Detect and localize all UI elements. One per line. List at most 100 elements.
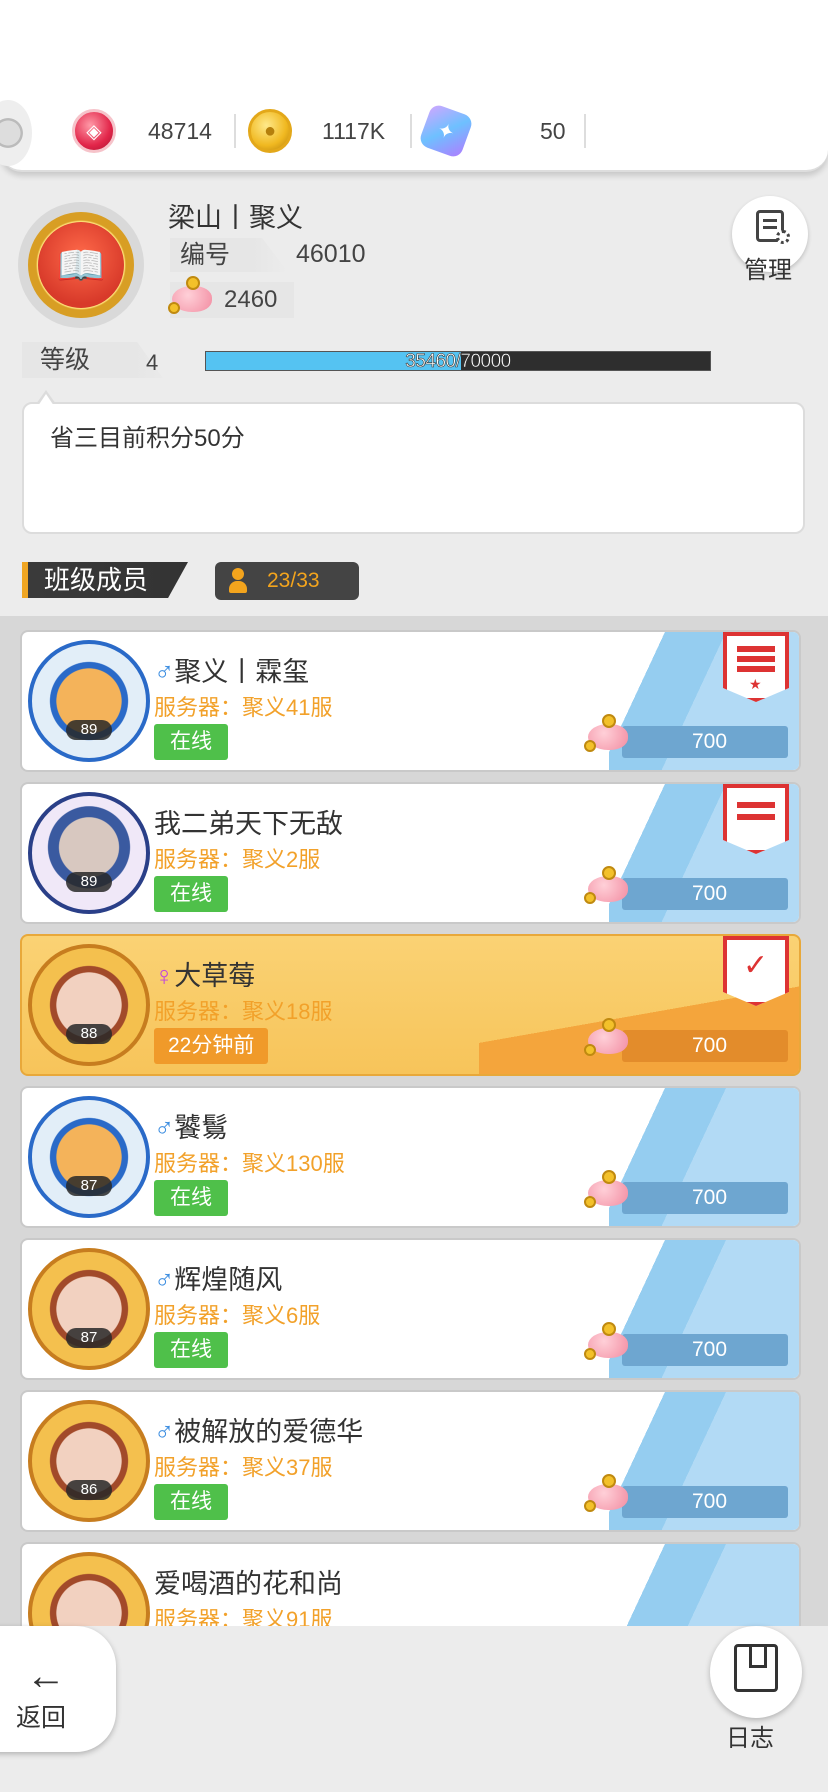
ruby-icon: ◈: [72, 109, 116, 153]
member-name: ♂被解放的爱德华: [154, 1417, 364, 1447]
emblem-icon: [0, 100, 32, 166]
gold-currency[interactable]: ● 1117K: [248, 108, 412, 154]
member-card[interactable]: 87 ♂辉煌随风 服务器：聚义6服 在线 700: [20, 1238, 801, 1380]
member-server: 服务器：聚义41服: [154, 695, 333, 720]
member-card[interactable]: 87 ♂饕鬄 服务器：聚义130服 在线 700: [20, 1086, 801, 1228]
status-badge: 在线: [154, 1484, 228, 1520]
member-server: 服务器：聚义37服: [154, 1455, 333, 1480]
back-label: 返回: [16, 1704, 67, 1732]
contribution: 700: [584, 1474, 788, 1518]
contribution-value: 700: [692, 1490, 728, 1513]
back-button[interactable]: ← 返回: [0, 1626, 116, 1752]
contribution-value: 700: [692, 1338, 728, 1361]
avatar[interactable]: [28, 944, 150, 1066]
id-label: 编号: [170, 238, 288, 272]
male-icon: ♂: [154, 1417, 175, 1447]
female-icon: ♀: [154, 961, 175, 991]
member-name: 我二弟天下无敌: [154, 809, 343, 839]
log-button[interactable]: [710, 1626, 802, 1718]
book-icon: 📖: [38, 222, 124, 308]
gear-icon: [776, 230, 790, 244]
piggy-bank-icon: [584, 1474, 632, 1512]
rank-flag-elite-icon: ✓: [723, 936, 789, 1006]
avatar[interactable]: [28, 1096, 150, 1218]
piggy-bank-icon: [584, 866, 632, 904]
piggy-bank-icon: [584, 1322, 632, 1360]
status-badge: 22分钟前: [154, 1028, 269, 1064]
contribution-value: 700: [692, 1186, 728, 1209]
bottom-bar: ← 返回 日志: [0, 1626, 828, 1792]
contribution: 700: [584, 1018, 788, 1062]
book-icon: [734, 1644, 778, 1692]
male-icon: ♂: [154, 1265, 175, 1295]
contribution-value: 700: [692, 882, 728, 905]
avatar[interactable]: [28, 640, 150, 762]
avatar[interactable]: [28, 1248, 150, 1370]
ruby-value: 48714: [148, 118, 212, 144]
gold-value: 1117K: [322, 118, 386, 144]
member-card[interactable]: 89 ♂聚义丨霖玺 服务器：聚义41服 在线 ★ 700: [20, 630, 801, 772]
member-name: ♂饕鬄: [154, 1113, 229, 1143]
rank-flag-vice-icon: [723, 784, 789, 854]
contribution: 700: [584, 1322, 788, 1366]
divider: [234, 114, 236, 148]
guild-name: 梁山丨聚义: [168, 203, 303, 233]
guild-notice[interactable]: 省三目前积分50分: [22, 390, 805, 534]
gold-coin-icon: ●: [248, 109, 292, 153]
members-section-title: 班级成员: [22, 562, 188, 598]
experience-text: 35460/70000: [405, 351, 512, 373]
member-count: 23/33: [215, 562, 359, 600]
piggy-bank-icon: [584, 1170, 632, 1208]
guild-id: 46010: [296, 240, 366, 268]
rank-flag-leader-icon: ★: [723, 632, 789, 702]
status-badge: 在线: [154, 724, 228, 760]
status-badge: 在线: [154, 1180, 228, 1216]
guild-funds-value: 2460: [224, 286, 278, 313]
manage-label[interactable]: 管理: [744, 250, 792, 285]
contribution: 700: [584, 714, 788, 758]
back-arrow-icon: ←: [26, 1654, 66, 1698]
avatar[interactable]: [28, 1552, 150, 1628]
male-icon: ♂: [154, 657, 175, 687]
member-name: ♂聚义丨霖玺: [154, 657, 310, 687]
divider: [410, 114, 412, 148]
crystal-icon: ✦: [417, 102, 475, 160]
male-icon: ♂: [154, 1113, 175, 1143]
status-badge: 在线: [154, 1332, 228, 1368]
member-name: ♀大草莓: [154, 961, 256, 991]
member-level: 89: [66, 872, 112, 892]
member-level: 88: [66, 1024, 112, 1044]
piggy-bank-icon: [168, 276, 216, 314]
member-card[interactable]: 86 ♂被解放的爱德华 服务器：聚义37服 在线 700: [20, 1390, 801, 1532]
contribution-value: 700: [692, 1034, 728, 1057]
member-list[interactable]: 89 ♂聚义丨霖玺 服务器：聚义41服 在线 ★ 700 89 我二弟天下无敌 …: [0, 616, 828, 1628]
crystal-value: 50: [540, 118, 566, 144]
experience-bar: 35460/70000: [205, 351, 711, 373]
log-label[interactable]: 日志: [726, 1718, 774, 1753]
avatar[interactable]: [28, 1400, 150, 1522]
guild-level: 4: [146, 350, 159, 375]
divider: [584, 114, 586, 148]
ruby-currency[interactable]: ◈ 48714: [72, 108, 236, 154]
piggy-bank-icon: [584, 714, 632, 752]
member-card[interactable]: 88 ♀大草莓 服务器：聚义18服 22分钟前 ✓ 700: [20, 934, 801, 1076]
member-card[interactable]: 89 我二弟天下无敌 服务器：聚义2服 在线 700: [20, 782, 801, 924]
avatar[interactable]: [28, 792, 150, 914]
member-server: 服务器：聚义2服: [154, 847, 321, 872]
guild-badge: 📖: [18, 202, 144, 328]
member-level: 86: [66, 1480, 112, 1500]
currency-bar: ◈ 48714 ● 1117K ✦ 50: [0, 0, 828, 172]
member-card[interactable]: 爱喝酒的花和尚 服务器：聚义91服: [20, 1542, 801, 1628]
member-level: 87: [66, 1328, 112, 1348]
crystal-currency[interactable]: ✦ 50: [417, 102, 586, 160]
member-name: 爱喝酒的花和尚: [154, 1569, 343, 1599]
member-level: 87: [66, 1176, 112, 1196]
status-badge: 在线: [154, 876, 228, 912]
member-server: 服务器：聚义91服: [154, 1607, 333, 1628]
piggy-bank-icon: [584, 1018, 632, 1056]
contribution: 700: [584, 866, 788, 910]
member-server: 服务器：聚义130服: [154, 1151, 345, 1176]
person-icon: [229, 568, 247, 594]
member-server: 服务器：聚义6服: [154, 1303, 321, 1328]
member-server: 服务器：聚义18服: [154, 999, 333, 1024]
